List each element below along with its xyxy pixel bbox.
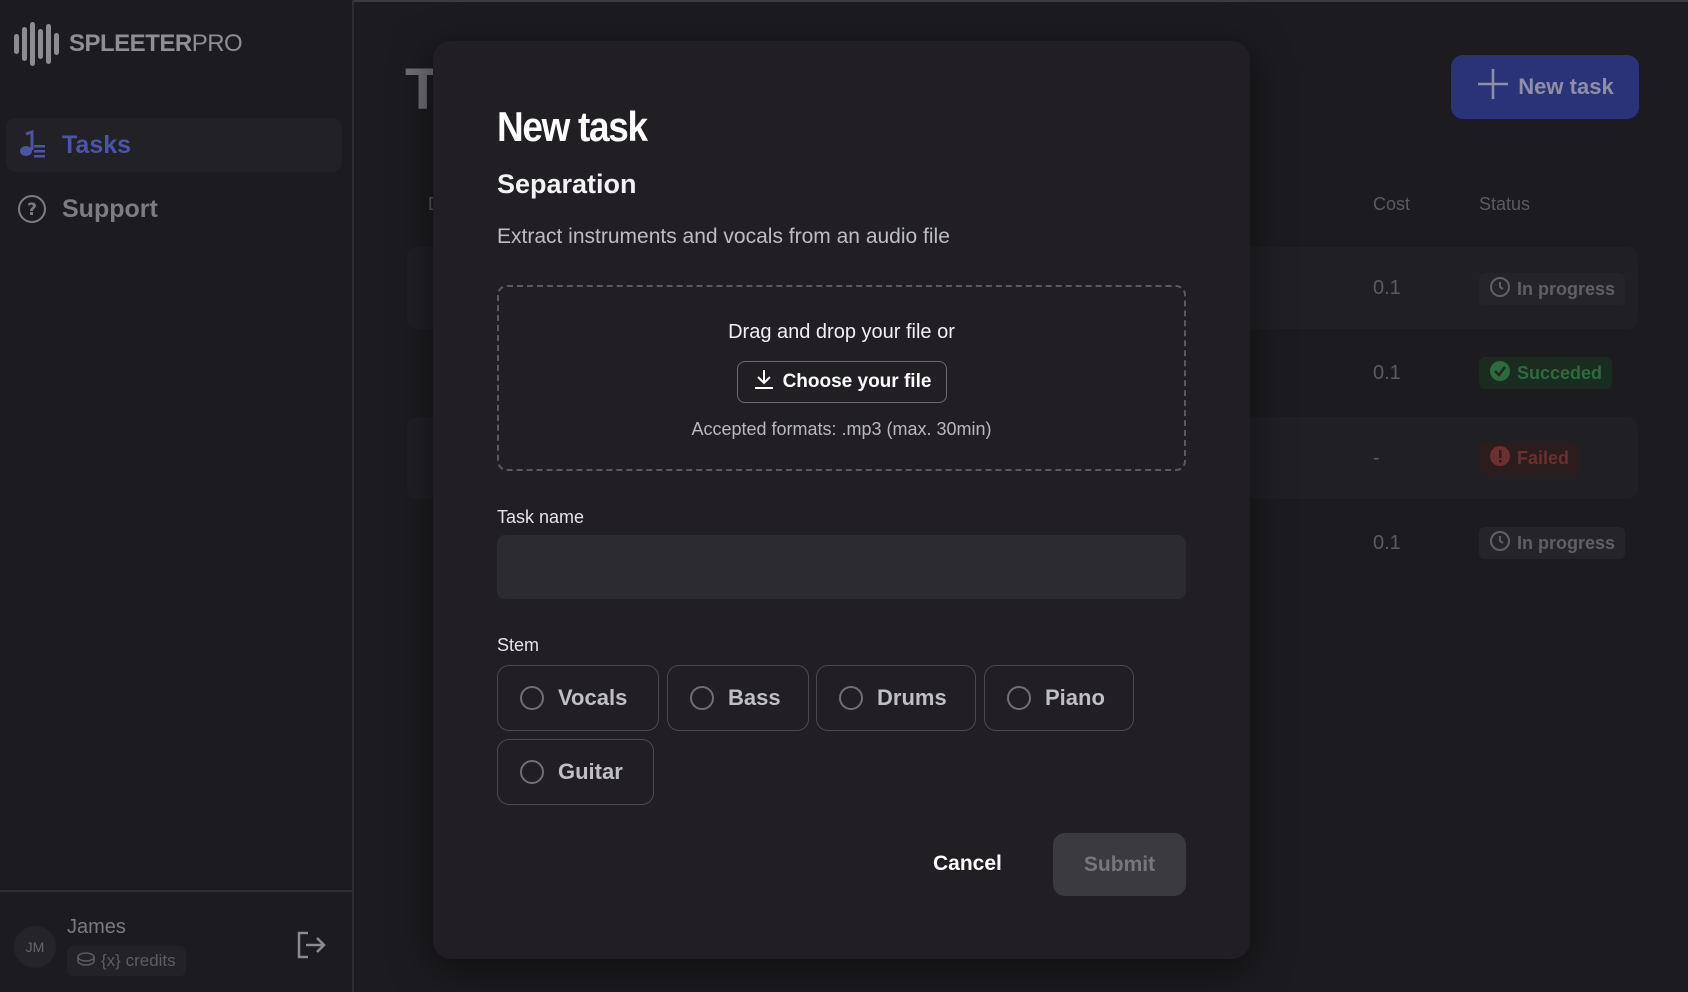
stem-option-piano[interactable]: Piano: [984, 665, 1134, 731]
alert-circle-icon: [1489, 445, 1511, 472]
sidebar-item-support[interactable]: ? Support: [6, 182, 342, 236]
svg-text:?: ?: [27, 200, 37, 220]
table-cell-cost: 0.1: [1373, 362, 1401, 384]
choose-file-label: Choose your file: [782, 371, 932, 392]
stem-option-guitar[interactable]: Guitar: [497, 739, 654, 805]
task-name-label: Task name: [497, 507, 585, 527]
dropzone-text: Drag and drop your file or: [728, 321, 955, 343]
column-header-cost[interactable]: Cost: [1373, 194, 1410, 215]
column-header-status[interactable]: Status: [1479, 194, 1530, 215]
clock-icon: [1489, 276, 1511, 303]
logout-icon[interactable]: [294, 928, 328, 962]
soundwave-icon: [14, 22, 59, 66]
new-task-modal: New task Separation Extract instruments …: [433, 41, 1250, 959]
modal-title: New task: [497, 103, 648, 150]
brand-name: SPLEETERPRO: [69, 30, 243, 57]
music-notes-icon: [16, 129, 48, 161]
cancel-button[interactable]: Cancel: [923, 833, 1012, 895]
clock-icon: [1489, 530, 1511, 557]
plus-icon: [1476, 67, 1510, 107]
sidebar: SPLEETERPRO Tasks ? Support JM James {x}…: [0, 0, 354, 992]
avatar[interactable]: JM: [14, 926, 56, 968]
table-cell-cost: 0.1: [1373, 277, 1401, 299]
radio-icon: [690, 686, 714, 710]
radio-icon: [520, 686, 544, 710]
table-cell-cost: -: [1373, 447, 1380, 469]
submit-button[interactable]: Submit: [1053, 833, 1186, 896]
stem-option-vocals[interactable]: Vocals: [497, 665, 659, 731]
sidebar-item-tasks[interactable]: Tasks: [6, 118, 342, 172]
stem-label: Stem: [497, 635, 540, 655]
status-badge: Failed: [1479, 442, 1580, 474]
credits-badge: {x} credits: [67, 946, 186, 976]
app-root: SPLEETERPRO Tasks ? Support JM James {x}…: [0, 0, 1688, 992]
task-name-input[interactable]: [497, 535, 1186, 599]
status-badge: In progress: [1479, 273, 1626, 305]
radio-icon: [839, 686, 863, 710]
download-icon: [753, 368, 775, 396]
user-panel: JM James {x} credits: [0, 890, 352, 992]
help-circle-icon: ?: [16, 193, 48, 225]
status-badge: Succeded: [1479, 357, 1613, 389]
table-cell-cost: 0.1: [1373, 532, 1401, 554]
radio-icon: [520, 760, 544, 784]
sidebar-item-label: Support: [62, 194, 158, 223]
file-dropzone[interactable]: Drag and drop your file or Choose your f…: [497, 285, 1186, 471]
brand-logo[interactable]: SPLEETERPRO: [14, 22, 243, 66]
stem-option-bass[interactable]: Bass: [667, 665, 809, 731]
sidebar-item-label: Tasks: [62, 130, 132, 159]
status-badge: In progress: [1479, 527, 1626, 559]
check-circle-icon: [1489, 360, 1511, 387]
user-name: James: [67, 916, 126, 938]
credits-text: {x} credits: [101, 951, 176, 970]
new-task-label: New task: [1518, 74, 1614, 99]
accepted-formats: Accepted formats: .mp3 (max. 30min): [691, 419, 992, 439]
stem-option-drums[interactable]: Drums: [816, 665, 976, 731]
coin-icon: [77, 951, 95, 971]
new-task-button[interactable]: New task: [1451, 55, 1639, 119]
modal-subtitle: Separation: [497, 169, 637, 199]
radio-icon: [1007, 686, 1031, 710]
choose-file-button[interactable]: Choose your file: [737, 361, 947, 403]
modal-description: Extract instruments and vocals from an a…: [497, 225, 950, 248]
